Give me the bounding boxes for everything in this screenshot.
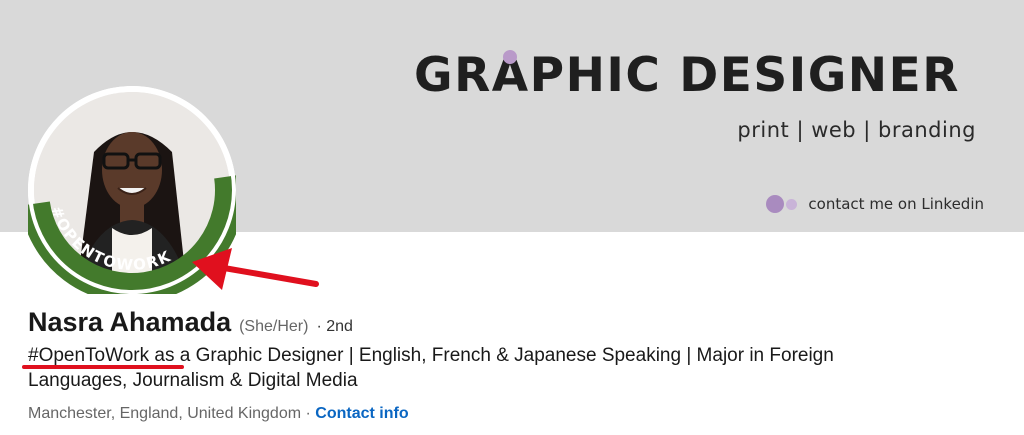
contact-info-link[interactable]: Contact info (315, 405, 408, 422)
profile-location: Manchester, England, United Kingdom (28, 405, 302, 422)
avatar[interactable] (28, 86, 236, 294)
banner-subtitle: print | web | branding (737, 118, 976, 142)
title-accent-dot (503, 50, 517, 64)
profile-name: Nasra Ahamada (28, 307, 232, 337)
banner-title: GRAPHIC DESIGNER (414, 48, 960, 103)
profile-location-row: Manchester, England, United Kingdom · Co… (28, 405, 409, 423)
banner-contact-text: contact me on Linkedin (808, 195, 984, 213)
banner-contact: contact me on Linkedin (766, 194, 984, 214)
connection-degree: · 2nd (316, 318, 353, 335)
separator: · (305, 405, 311, 422)
profile-pronouns: (She/Her) (239, 318, 309, 335)
profile-photo (34, 92, 230, 288)
bubbles-icon (766, 194, 800, 214)
profile-name-row: Nasra Ahamada (She/Her) · 2nd (28, 307, 353, 338)
highlight-underline (22, 365, 184, 369)
